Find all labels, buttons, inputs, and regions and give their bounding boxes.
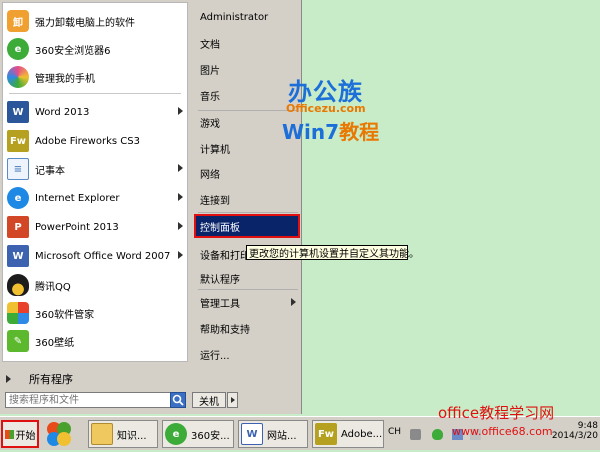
default-programs-link[interactable]: 默认程序 — [194, 267, 300, 289]
connect-to-link[interactable]: 连接到 — [194, 188, 300, 210]
program-item-fireworks[interactable]: Fw Adobe Fireworks CS3 — [7, 127, 185, 155]
word-icon: W — [7, 101, 29, 123]
taskbar-item-folder[interactable]: 知识... — [88, 420, 158, 448]
360-browser-icon: e — [7, 38, 29, 60]
program-item-notepad[interactable]: ≡ 记事本 — [7, 155, 185, 183]
program-item-word-2007[interactable]: W Microsoft Office Word 2007 — [7, 242, 185, 270]
program-item-360-wallpaper[interactable]: ✎ 360壁纸 — [7, 327, 185, 355]
submenu-arrow-icon — [178, 164, 183, 172]
notepad-icon: ≡ — [7, 158, 29, 180]
run-link[interactable]: 运行... — [194, 343, 300, 365]
program-list: 卸 强力卸载电脑上的软件 e 360安全浏览器6 管理我的手机 W Word 2… — [2, 2, 188, 362]
control-panel-tooltip: 更改您的计算机设置并自定义其功能。 — [246, 245, 419, 260]
control-panel-link[interactable]: 控制面板 — [194, 214, 300, 238]
submenu-arrow-icon — [178, 107, 183, 115]
fireworks-icon: Fw — [7, 130, 29, 152]
word2007-icon: W — [7, 245, 29, 267]
uninstall-icon: 卸 — [7, 10, 29, 32]
powerpoint-icon: P — [7, 216, 29, 238]
program-item-uninstall[interactable]: 卸 强力卸载电脑上的软件 — [7, 7, 185, 35]
start-menu-links: Administrator 文档 图片 音乐 游戏 计算机 网络 连接到 控制面… — [190, 2, 300, 388]
submenu-arrow-icon — [178, 193, 183, 201]
submenu-arrow-icon — [178, 222, 183, 230]
360-browser-icon: e — [165, 423, 187, 445]
submenu-arrow-icon — [291, 298, 296, 306]
program-item-powerpoint[interactable]: P PowerPoint 2013 — [7, 213, 185, 241]
document-icon: W — [241, 423, 263, 445]
windows-logo-icon — [4, 429, 14, 439]
separator — [198, 212, 298, 213]
program-item-phone-manager[interactable]: 管理我的手机 — [7, 63, 185, 91]
program-item-360-browser[interactable]: e 360安全浏览器6 — [7, 35, 185, 63]
search-icon[interactable] — [170, 392, 186, 408]
360-software-icon — [7, 302, 29, 324]
taskbar-item-document[interactable]: W 网站... — [238, 420, 308, 448]
taskbar-item-360-browser[interactable]: e 360安... — [162, 420, 234, 448]
submenu-arrow-icon — [178, 251, 183, 259]
system-clock[interactable]: 9:48 2014/3/20 — [548, 421, 598, 441]
help-support-link[interactable]: 帮助和支持 — [194, 317, 300, 339]
shield-icon[interactable] — [432, 429, 443, 440]
separator — [9, 93, 181, 94]
all-programs-button[interactable]: 所有程序 — [6, 370, 182, 388]
ie-icon: e — [7, 187, 29, 209]
program-item-ie[interactable]: e Internet Explorer — [7, 184, 185, 212]
360-wallpaper-icon: ✎ — [7, 330, 29, 352]
start-button[interactable]: 开始 — [1, 420, 39, 448]
expand-arrow-icon — [6, 375, 11, 383]
language-indicator[interactable]: CH — [388, 427, 401, 437]
start-menu: 卸 强力卸载电脑上的软件 e 360安全浏览器6 管理我的手机 W Word 2… — [0, 0, 302, 414]
taskbar-item-fireworks[interactable]: Fw Adobe... — [312, 420, 384, 448]
admin-tools-link[interactable]: 管理工具 — [194, 291, 300, 313]
fireworks-icon: Fw — [315, 423, 337, 445]
site-url-watermark: www.office68.com — [452, 425, 553, 438]
separator — [198, 289, 298, 290]
qq-icon — [7, 274, 29, 296]
keyboard-icon[interactable] — [410, 429, 421, 440]
program-item-360-software[interactable]: 360软件管家 — [7, 299, 185, 327]
program-item-qq[interactable]: 腾讯QQ — [7, 271, 185, 299]
network-link[interactable]: 网络 — [194, 162, 300, 184]
program-item-word-2013[interactable]: W Word 2013 — [7, 98, 185, 126]
documents-link[interactable]: 文档 — [194, 32, 300, 54]
search-input[interactable] — [5, 392, 185, 408]
folder-icon — [91, 423, 113, 445]
user-administrator-link[interactable]: Administrator — [194, 6, 300, 28]
officezu-logo: 办公族 Officezu.com Win7教程 — [282, 78, 380, 144]
shutdown-button[interactable]: 关机 — [192, 392, 226, 408]
site-watermark: office教程学习网 — [438, 404, 555, 422]
phone-manager-icon — [7, 66, 29, 88]
windows-orb-icon[interactable] — [44, 419, 74, 449]
shutdown-options-button[interactable] — [227, 392, 238, 408]
